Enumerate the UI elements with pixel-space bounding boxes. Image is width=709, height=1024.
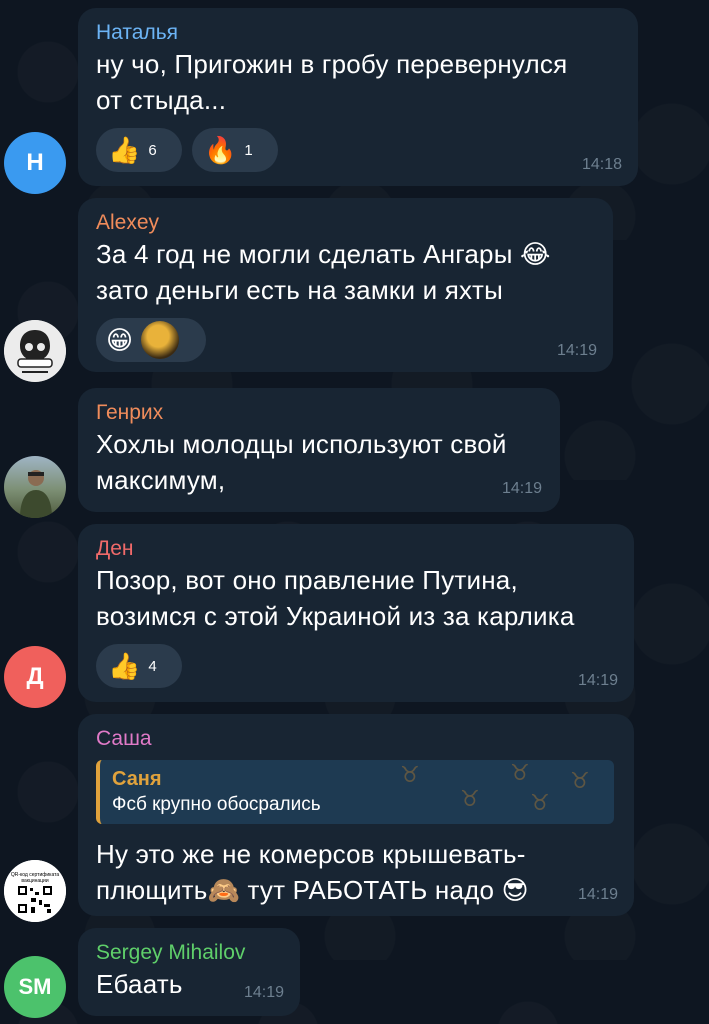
message-time: 14:19 [577, 886, 618, 903]
avatar[interactable] [4, 320, 66, 382]
avatar[interactable] [4, 456, 66, 518]
message-text-line: Позор, вот оно правление Путина, [96, 565, 518, 595]
reactions-bar: 😁 [96, 318, 595, 362]
message-time: 14:19 [243, 984, 284, 1001]
reactions-bar: 👍 6 🔥 1 [96, 128, 620, 172]
message-text: Ебаать [96, 969, 183, 999]
quote-author: Саня [112, 768, 162, 790]
qr-code-icon [4, 860, 66, 922]
reaction-chip[interactable]: 👍 6 [96, 128, 182, 172]
message-bubble[interactable]: Саша ♉ ♉ ♉ ♉ ♉ Саня Фсб крупно обосралис… [78, 714, 634, 916]
message-bubble[interactable]: Sergey Mihailov Ебаать 14:19 [78, 928, 300, 1016]
avatar-caption: QR-код сертификата вакцинации [10, 872, 60, 884]
message-bubble[interactable]: Ден Позор, вот оно правление Путина, воз… [78, 524, 634, 702]
reaction-chip[interactable]: 🔥 1 [192, 128, 278, 172]
avatar[interactable]: QR-код сертификата вакцинации [4, 860, 66, 922]
message-text-line: Ну это же не комерсов крышевать- [96, 839, 526, 869]
skull-logo-icon [4, 320, 66, 382]
reaction-chip[interactable]: 👍 4 [96, 644, 182, 688]
message-time: 14:19 [556, 342, 597, 359]
message-time: 14:18 [581, 156, 622, 173]
message-time: 14:19 [501, 480, 542, 497]
avatar[interactable]: Д [4, 646, 66, 708]
avatar[interactable]: SM [4, 956, 66, 1018]
thumbs-up-icon: 👍 [108, 135, 141, 165]
sender-name[interactable]: Sergey Mihailov [96, 940, 282, 966]
message-time: 14:19 [577, 672, 618, 689]
message-bubble[interactable]: Генрих Хохлы молодцы используют свой мак… [78, 388, 560, 512]
message-text-line: ну чо, Пригожин в гробу перевернулся [96, 49, 568, 79]
quote-text: Фсб крупно обосрались [112, 794, 321, 815]
sender-name[interactable]: Ден [96, 536, 616, 562]
message-text-line: зато деньги есть на замки и яхты [96, 275, 503, 305]
avatar[interactable]: Н [4, 132, 66, 194]
reaction-chip[interactable]: 😁 [96, 318, 206, 362]
avatar-initials: Н [26, 149, 44, 176]
sender-name[interactable]: Наталья [96, 20, 620, 46]
reactions-bar: 👍 4 [96, 644, 616, 688]
message-text-line: За 4 год не могли сделать Ангары 😂 [96, 239, 551, 269]
message-text-line: от стыда... [96, 85, 227, 115]
reaction-count: 1 [244, 141, 253, 159]
reaction-count: 6 [148, 141, 157, 159]
grin-icon: 😁 [106, 325, 134, 355]
avatar-initials: SM [18, 974, 52, 999]
message-bubble[interactable]: Alexey За 4 год не могли сделать Ангары … [78, 198, 613, 372]
fire-icon: 🔥 [204, 135, 237, 165]
sender-name[interactable]: Саша [96, 726, 616, 752]
message-bubble[interactable]: Наталья ну чо, Пригожин в гробу переверн… [78, 8, 638, 186]
sender-name[interactable]: Генрих [96, 400, 542, 426]
sender-name[interactable]: Alexey [96, 210, 595, 236]
custom-avatar-reaction-icon [141, 321, 180, 359]
reaction-count: 4 [148, 657, 157, 675]
avatar-initials: Д [26, 663, 44, 690]
thumbs-up-icon: 👍 [108, 651, 141, 681]
message-text-line: плющить🙈 тут РАБОТАТЬ надо 😎 [96, 875, 529, 905]
person-photo-icon [20, 470, 52, 518]
reply-quote[interactable]: ♉ ♉ ♉ ♉ ♉ Саня Фсб крупно обосрались [96, 760, 614, 824]
message-text-line: возимся с этой Украиной из за карлика [96, 601, 575, 631]
message-text-line: максимум, [96, 465, 226, 495]
message-text-line: Хохлы молодцы используют свой [96, 429, 507, 459]
